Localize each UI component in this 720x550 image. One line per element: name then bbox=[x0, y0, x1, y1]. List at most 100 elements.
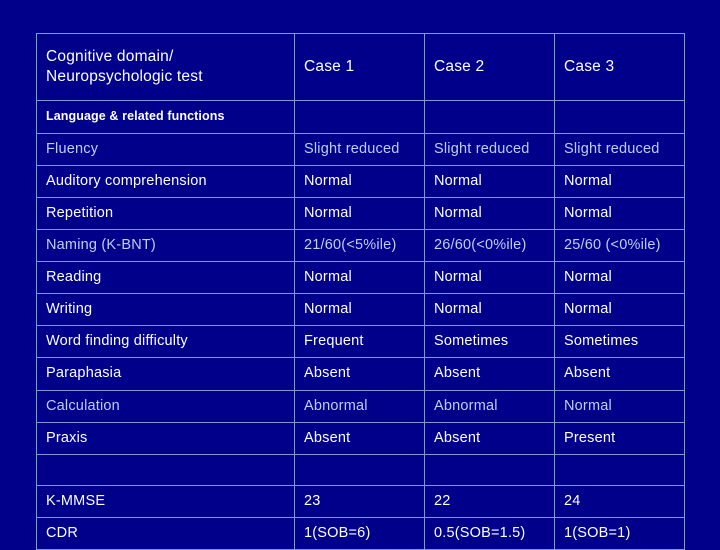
table-row: K-MMSE 23 22 24 bbox=[36, 484, 685, 518]
row-case1-value: Normal bbox=[304, 301, 352, 318]
row-case1-value: 21/60(<5%ile) bbox=[304, 236, 397, 253]
row-label: K-MMSE bbox=[46, 492, 106, 509]
row-label-cell: Fluency bbox=[36, 132, 295, 166]
row-case1-value: Abnormal bbox=[304, 397, 368, 414]
row-case1-cell: 21/60(<5%ile) bbox=[294, 228, 425, 263]
row-case1-cell: 1(SOB=6) bbox=[294, 516, 425, 550]
row-case1-value: Absent bbox=[304, 365, 351, 382]
row-case1-cell: Absent bbox=[294, 421, 425, 455]
row-case1-cell: 23 bbox=[294, 484, 425, 518]
row-case3-value: Normal bbox=[564, 301, 612, 318]
row-case1-cell: Slight reduced bbox=[294, 132, 425, 166]
row-case2-cell: 22 bbox=[424, 484, 555, 518]
table-row: Writing Normal Normal Normal bbox=[36, 293, 685, 327]
row-case3-cell: Sometimes bbox=[554, 325, 685, 359]
row-case3-cell: Normal bbox=[554, 389, 685, 423]
row-label: Naming (K-BNT) bbox=[46, 236, 156, 253]
row-case2-cell: Sometimes bbox=[424, 325, 555, 359]
row-label-cell: Word finding difficulty bbox=[36, 325, 295, 359]
section-cell-label: Language & related functions bbox=[36, 99, 295, 134]
row-case1-value: Normal bbox=[304, 204, 352, 221]
spacer-cell-case3 bbox=[554, 453, 685, 486]
row-case1-cell: Normal bbox=[294, 164, 425, 198]
row-label: Praxis bbox=[46, 429, 88, 446]
section-cell-case1 bbox=[294, 99, 425, 134]
row-case3-value: Slight reduced bbox=[564, 140, 660, 157]
row-label: Fluency bbox=[46, 140, 99, 157]
row-label: CDR bbox=[46, 524, 79, 541]
section-label-text: Language & related functions bbox=[46, 109, 225, 124]
row-case3-cell: Absent bbox=[554, 357, 685, 391]
table-body: Cognitive domain/Neuropsychologic test C… bbox=[36, 33, 685, 550]
section-cell-case3 bbox=[554, 99, 685, 134]
row-case3-value: Sometimes bbox=[564, 333, 639, 350]
row-case3-cell: 24 bbox=[554, 484, 685, 518]
section-cell-case2 bbox=[424, 99, 555, 134]
spacer-empty-case2 bbox=[425, 462, 554, 477]
row-case2-cell: Normal bbox=[424, 164, 555, 198]
table-row: Auditory comprehension Normal Normal Nor… bbox=[36, 164, 685, 198]
row-case2-value: Slight reduced bbox=[434, 140, 530, 157]
header-cell-case2: Case 2 bbox=[424, 33, 555, 101]
section-empty-case3 bbox=[555, 109, 684, 124]
spacer-empty-label bbox=[37, 462, 294, 477]
row-case2-cell: 0.5(SOB=1.5) bbox=[424, 516, 555, 550]
header-case3-text: Case 3 bbox=[564, 57, 615, 75]
row-case2-cell: Normal bbox=[424, 196, 555, 230]
table-row: CDR 1(SOB=6) 0.5(SOB=1.5) 1(SOB=1) bbox=[36, 516, 685, 550]
table-row: Fluency Slight reduced Slight reduced Sl… bbox=[36, 132, 685, 166]
row-case1-cell: Normal bbox=[294, 196, 425, 230]
row-case2-value: Normal bbox=[434, 172, 482, 189]
neuropsych-results-table: Cognitive domain/Neuropsychologic test C… bbox=[36, 33, 685, 550]
row-case2-cell: Absent bbox=[424, 357, 555, 391]
row-case2-cell: Absent bbox=[424, 421, 555, 455]
row-case2-value: Absent bbox=[434, 429, 481, 446]
row-label-cell: Writing bbox=[36, 293, 295, 327]
row-label-cell: Naming (K-BNT) bbox=[36, 228, 295, 263]
table-row: Reading Normal Normal Normal bbox=[36, 261, 685, 295]
table-row: Praxis Absent Absent Present bbox=[36, 421, 685, 455]
row-case3-value: Normal bbox=[564, 397, 612, 414]
header-case1-text: Case 1 bbox=[304, 57, 355, 75]
header-domain-line1: Cognitive domain/ bbox=[46, 48, 174, 65]
header-cell-case3: Case 3 bbox=[554, 33, 685, 101]
row-case1-value: Normal bbox=[304, 172, 352, 189]
row-label-cell: Repetition bbox=[36, 196, 295, 230]
row-case3-value: 1(SOB=1) bbox=[564, 524, 631, 541]
spacer-cell-case2 bbox=[424, 453, 555, 486]
row-case2-value: 22 bbox=[434, 492, 451, 509]
row-case3-cell: 1(SOB=1) bbox=[554, 516, 685, 550]
row-case3-value: 25/60 (<0%ile) bbox=[564, 236, 661, 253]
row-case2-value: 26/60(<0%ile) bbox=[434, 236, 527, 253]
row-case1-cell: Normal bbox=[294, 293, 425, 327]
row-case1-value: 1(SOB=6) bbox=[304, 524, 371, 541]
row-label: Repetition bbox=[46, 204, 114, 221]
row-case2-value: Normal bbox=[434, 204, 482, 221]
row-case2-value: 0.5(SOB=1.5) bbox=[434, 524, 526, 541]
row-label: Reading bbox=[46, 269, 102, 286]
row-label: Calculation bbox=[46, 397, 120, 414]
row-case1-cell: Absent bbox=[294, 357, 425, 391]
row-case2-cell: Slight reduced bbox=[424, 132, 555, 166]
table-row: Repetition Normal Normal Normal bbox=[36, 196, 685, 230]
row-case3-cell: Normal bbox=[554, 164, 685, 198]
row-label-cell: Paraphasia bbox=[36, 357, 295, 391]
spacer-empty-case3 bbox=[555, 462, 684, 477]
spacer-empty-case1 bbox=[295, 462, 424, 477]
table-row-spacer bbox=[36, 453, 685, 486]
section-empty-case1 bbox=[295, 109, 424, 124]
row-case3-cell: Present bbox=[554, 421, 685, 455]
row-case1-cell: Abnormal bbox=[294, 389, 425, 423]
table-row: Calculation Abnormal Abnormal Normal bbox=[36, 389, 685, 423]
row-case2-value: Absent bbox=[434, 365, 481, 382]
row-case2-cell: Normal bbox=[424, 293, 555, 327]
header-cell-domain: Cognitive domain/Neuropsychologic test bbox=[36, 33, 295, 101]
slide-background: Cognitive domain/Neuropsychologic test C… bbox=[0, 0, 720, 550]
row-case2-value: Sometimes bbox=[434, 333, 509, 350]
table-container: Cognitive domain/Neuropsychologic test C… bbox=[36, 33, 685, 550]
row-case3-value: Normal bbox=[564, 172, 612, 189]
row-case3-cell: Slight reduced bbox=[554, 132, 685, 166]
row-case1-value: Normal bbox=[304, 269, 352, 286]
row-label: Paraphasia bbox=[46, 365, 122, 382]
header-domain-text: Cognitive domain/Neuropsychologic test bbox=[37, 34, 294, 100]
